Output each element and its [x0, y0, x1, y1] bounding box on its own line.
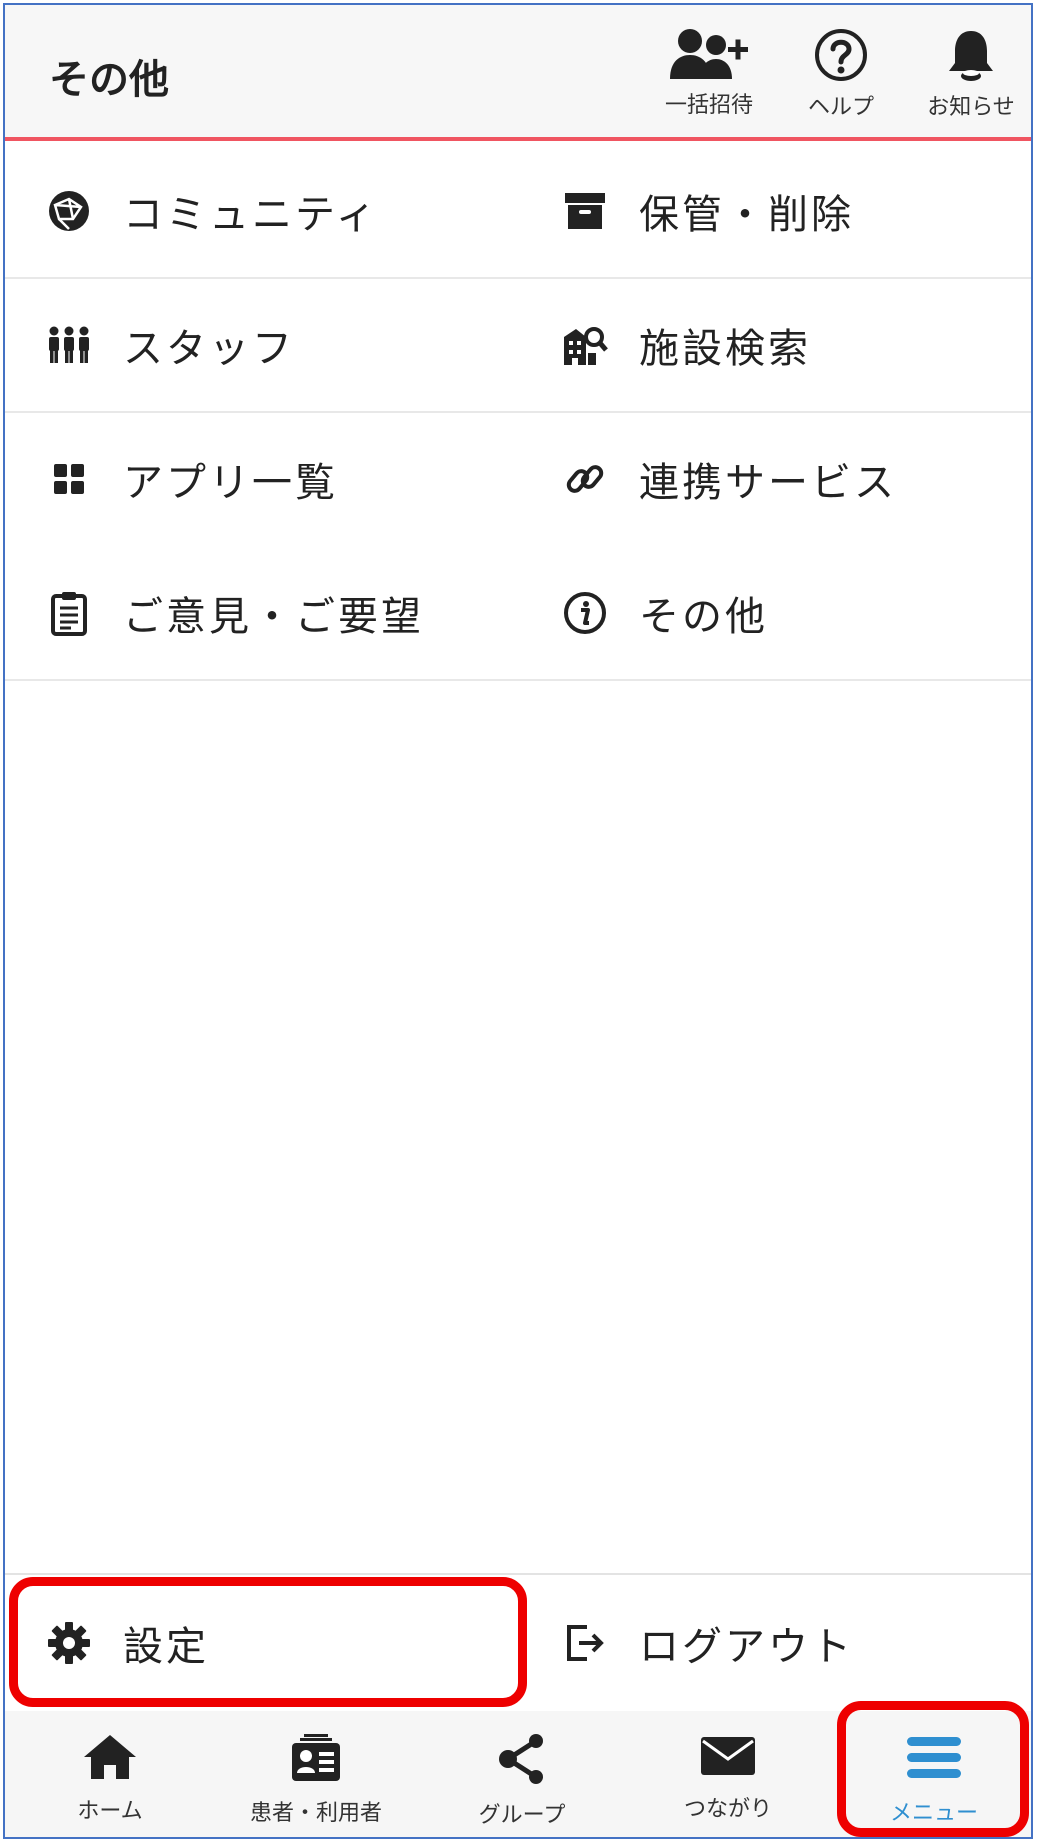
nav-label-patients: 患者・利用者	[249, 1801, 382, 1826]
bulk-invite-button[interactable]: 一括招待	[649, 19, 769, 129]
menu-row: スタッフ 施設検索	[5, 279, 1031, 413]
bottom-navigation: ホーム 患者・利用者 グループ つながり メニュー	[5, 1711, 1031, 1837]
invite-users-icon	[670, 29, 748, 79]
link-icon	[561, 455, 609, 503]
menu-label-app-list: アプリ一覧	[123, 460, 338, 506]
app-header: その他 一括招待 ヘルプ お知らせ	[5, 5, 1031, 141]
bulk-invite-label: 一括招待	[664, 93, 753, 118]
globe-icon	[45, 187, 93, 235]
menu-item-facility-search[interactable]: 施設検索	[561, 279, 1021, 411]
archive-icon	[561, 187, 609, 235]
facility-search-icon	[561, 321, 609, 369]
menu-label-archive: 保管・削除	[639, 192, 854, 238]
nav-label-group: グループ	[478, 1803, 566, 1828]
menu-item-staff[interactable]: スタッフ	[45, 279, 515, 411]
nav-connections[interactable]: つながり	[625, 1711, 831, 1837]
menu-item-archive[interactable]: 保管・削除	[561, 145, 1021, 277]
menu-label-facility-search: 施設検索	[639, 326, 811, 372]
apps-grid-icon	[45, 455, 93, 503]
menu-item-integrations[interactable]: 連携サービス	[561, 413, 1021, 545]
logout-label: ログアウト	[639, 1624, 854, 1670]
help-icon	[815, 29, 867, 81]
menu-row: アプリ一覧 連携サービス	[5, 413, 1031, 545]
staff-icon	[45, 321, 93, 369]
menu-label-community: コミュニティ	[123, 192, 379, 238]
menu-row: コミュニティ 保管・削除	[5, 145, 1031, 279]
help-label: ヘルプ	[807, 95, 874, 120]
app-frame: その他 一括招待 ヘルプ お知らせ コミュニティ 保管・削除 スタッフ 施設検索…	[3, 3, 1033, 1839]
notifications-button[interactable]: お知らせ	[911, 19, 1031, 129]
nav-label-menu: メニュー	[889, 1801, 978, 1826]
info-icon	[561, 589, 609, 637]
notifications-label: お知らせ	[927, 95, 1015, 120]
id-card-icon	[292, 1734, 340, 1781]
gear-icon	[45, 1619, 93, 1667]
help-button[interactable]: ヘルプ	[781, 19, 901, 129]
bell-icon	[949, 31, 993, 81]
nav-patients[interactable]: 患者・利用者	[213, 1711, 419, 1837]
logout-button[interactable]: ログアウト	[561, 1575, 1021, 1711]
menu-item-feedback[interactable]: ご意見・ご要望	[45, 547, 515, 679]
menu-item-community[interactable]: コミュニティ	[45, 145, 515, 277]
hamburger-icon	[907, 1737, 961, 1778]
bottom-actions: 設定 ログアウト	[5, 1573, 1031, 1711]
share-icon	[499, 1734, 543, 1784]
home-icon	[84, 1735, 136, 1779]
nav-menu[interactable]: メニュー	[831, 1711, 1031, 1837]
settings-button[interactable]: 設定	[45, 1575, 515, 1711]
menu-label-other: その他	[639, 594, 768, 640]
page-title: その他	[49, 57, 169, 103]
menu-item-app-list[interactable]: アプリ一覧	[45, 413, 515, 545]
nav-group[interactable]: グループ	[419, 1711, 625, 1837]
envelope-icon	[701, 1737, 755, 1775]
menu-label-integrations: 連携サービス	[639, 460, 897, 506]
menu-label-feedback: ご意見・ご要望	[123, 594, 424, 640]
nav-home[interactable]: ホーム	[7, 1711, 213, 1837]
menu-row: ご意見・ご要望 その他	[5, 547, 1031, 681]
settings-label: 設定	[123, 1624, 209, 1670]
menu-item-other[interactable]: その他	[561, 547, 1021, 679]
menu-label-staff: スタッフ	[123, 326, 295, 372]
nav-label-home: ホーム	[77, 1799, 143, 1824]
logout-icon	[561, 1619, 609, 1667]
clipboard-icon	[45, 589, 93, 637]
nav-label-connections: つながり	[683, 1797, 772, 1822]
